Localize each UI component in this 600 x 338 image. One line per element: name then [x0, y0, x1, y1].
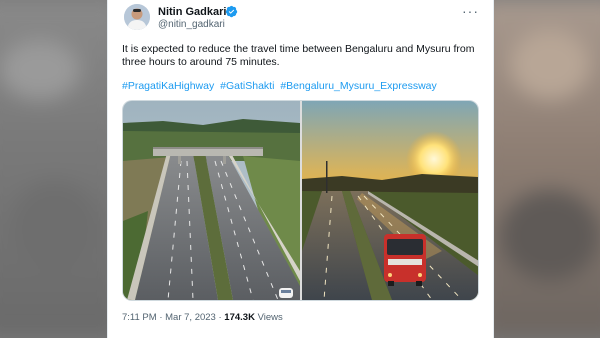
meta-separator: ·	[218, 312, 222, 323]
background-blur-left	[0, 0, 120, 338]
background-blur-right	[480, 0, 600, 338]
views-count: 174.3K	[224, 312, 255, 323]
tweet-meta: 7:11 PM · Mar 7, 2023 · 174.3K Views	[122, 312, 283, 323]
hashtag-list: #PragatiKaHighway #GatiShakti #Bengaluru…	[122, 80, 482, 92]
media-grid	[122, 100, 479, 301]
author-handle[interactable]: @nitin_gadkari	[158, 19, 225, 30]
tweet-text: It is expected to reduce the travel time…	[122, 43, 475, 68]
verified-badge-icon	[225, 5, 238, 18]
hashtag-link[interactable]: #PragatiKaHighway	[122, 80, 214, 92]
views-label: Views	[257, 312, 283, 323]
highway-photo[interactable]	[123, 101, 300, 300]
author-name[interactable]: Nitin Gadkari	[158, 6, 226, 18]
hashtag-link[interactable]: #GatiShakti	[220, 80, 274, 92]
avatar[interactable]	[124, 4, 150, 30]
meta-separator: ·	[159, 312, 163, 323]
more-icon[interactable]: ···	[462, 3, 479, 19]
sunset-expressway-photo[interactable]	[302, 101, 478, 300]
tweet-card: Nitin Gadkari @nitin_gadkari ··· It is e…	[107, 0, 494, 338]
hashtag-link[interactable]: #Bengaluru_Mysuru_Expressway	[280, 80, 436, 92]
tweet-date[interactable]: Mar 7, 2023	[165, 312, 216, 323]
tweet-time[interactable]: 7:11 PM	[122, 312, 157, 323]
